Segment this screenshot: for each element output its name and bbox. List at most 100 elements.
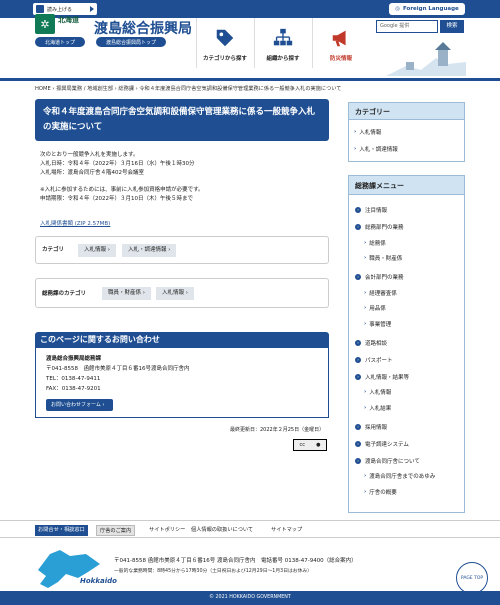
sidebar-category-box <box>348 120 465 162</box>
sidebar-menu-item[interactable]: › 会計部門の業務 <box>355 273 404 281</box>
sidebar-menu-item[interactable]: › 注目情報 <box>355 206 387 214</box>
footer-link-privacy[interactable]: 個人情報の取扱いについて <box>188 525 256 536</box>
category-label: カテゴリ <box>42 247 65 253</box>
contact-form-button[interactable]: お問い合わせフォーム › <box>46 399 113 411</box>
nav-organization[interactable]: 組織から探す <box>254 18 311 68</box>
contact-dept: 渡島総合振興局総務課 <box>46 356 102 362</box>
sidebar-menu-item-label: 総務部門の業務 <box>365 225 404 231</box>
category-tag[interactable]: 入札情報 <box>78 244 116 257</box>
sidebar-menu-item[interactable]: › 電子調達システム <box>355 440 409 448</box>
chevron-right-icon: › <box>364 305 367 311</box>
sidebar-menu-item-label: 職員・財産係 <box>369 256 403 262</box>
circle-chevron-icon: › <box>355 339 361 346</box>
sidebar-menu-item[interactable]: › 渡島合同庁舎について <box>355 457 420 465</box>
search-input[interactable]: Google 提供 <box>376 20 438 33</box>
nav-disaster-label: 防災情報 <box>329 56 352 62</box>
sidebar-menu-item-label: パスポート <box>365 357 393 364</box>
speaker-icon <box>36 5 44 13</box>
sidebar-menu-item-label: 採用情報 <box>365 424 388 431</box>
sidebar-menu-item-label: 注目情報 <box>365 208 388 214</box>
chevron-right-icon: › <box>364 239 367 246</box>
office-top-link[interactable]: 渡島総合振興局トップ <box>96 37 166 47</box>
hokkaido-top-link[interactable]: 北海道トップ <box>35 37 85 47</box>
sidebar-submenu-item[interactable]: › 入札結果 <box>364 404 391 412</box>
breadcrumb[interactable]: HOME › 振興局業務 / 地域創生部 › 総務課 › 令和４年度渡島合同庁舎… <box>35 85 342 92</box>
sidebar-menu-item-label: 用品係 <box>369 306 386 312</box>
circle-chevron-icon: › <box>355 373 361 380</box>
sidebar-menu-item-label: 道路相談 <box>365 340 388 347</box>
contact-heading: このページに関するお問い合わせ <box>35 332 329 348</box>
body-line: 入札日時：令和４年（2022年）３月16日（水）午後１時30分 <box>40 160 195 167</box>
chevron-right-icon: › <box>364 488 367 495</box>
chevron-right-icon: › <box>364 389 367 395</box>
sidebar-category-item[interactable]: › 入札情報 <box>354 128 381 136</box>
pref-label: 北海道 <box>58 16 79 24</box>
circle-chevron-icon: › <box>355 356 361 363</box>
play-icon <box>90 6 94 12</box>
sidebar-submenu-item[interactable]: › 庁舎の概要 <box>364 488 397 496</box>
office-ruby: おしま そうごうしんこうきょく <box>96 12 183 18</box>
by-icon: ● <box>316 442 321 448</box>
page-top-button[interactable]: PAGE TOP <box>456 562 488 594</box>
dept-category-label: 総務課のカテゴリ <box>42 291 87 297</box>
sidebar-submenu-item[interactable]: › 経理審査係 <box>364 289 397 297</box>
nav-category[interactable]: カテゴリから探す <box>196 18 253 68</box>
page-title: 令和４年度渡島合同庁舎空気調和設備保守管理業務に係る一般競争入札の実施について <box>35 99 329 141</box>
footer-address: 〒041-8558 函館市美原４丁目６番16号 渡島合同庁舎内 電話番号 013… <box>114 558 357 564</box>
sidebar-category-item[interactable]: › 入札・調達情報 <box>354 145 398 153</box>
category-tag[interactable]: 入札・調達情報 <box>122 244 177 257</box>
header-divider <box>0 78 500 81</box>
dept-category-tag[interactable]: 職員・財産係 <box>102 287 151 300</box>
body-line <box>40 177 204 186</box>
contact-tel: TEL：0138-47-9411 <box>46 376 101 382</box>
category-box: カテゴリ 入札情報 入札・調達情報 <box>35 236 329 264</box>
creative-commons-icon[interactable]: cc ● <box>293 439 327 451</box>
dept-category-tag[interactable]: 入札情報 <box>156 287 194 300</box>
footer-link-building[interactable]: 庁舎のご案内 <box>96 525 136 536</box>
page-top-label: PAGE TOP <box>460 576 484 581</box>
sidebar-menu-item-label: 会計部門の業務 <box>365 275 404 281</box>
sidebar-menu-item[interactable]: › 総務部門の業務 <box>355 223 404 231</box>
nav-disaster[interactable]: 防災情報 <box>312 18 369 68</box>
sidebar-menu-item-label: 事業管理 <box>369 321 392 328</box>
body-line: 入札場所：渡島合同庁舎４階402号会議室 <box>40 169 144 176</box>
chevron-right-icon: › <box>354 146 357 152</box>
footer-link-sitemap[interactable]: サイトマップ <box>268 525 305 536</box>
sidebar-submenu-item[interactable]: › 事業管理 <box>364 320 391 328</box>
circle-chevron-icon: › <box>355 423 361 430</box>
sidebar-category-item-label: 入札・調達情報 <box>359 147 398 153</box>
tag-icon <box>216 29 234 47</box>
sidebar-submenu-item[interactable]: › 渡島合同庁舎までのあゆみ <box>364 472 435 480</box>
sidebar-submenu-item[interactable]: › 職員・財産係 <box>364 254 402 262</box>
sidebar-menu-item[interactable]: › パスポート <box>355 356 393 364</box>
body-line: ※入札に参加するためには、事前に入札参加資格申請が必要です。 <box>40 187 204 194</box>
sidebar-menu-item-label: 入札情報・結果等 <box>365 374 410 381</box>
last-updated: 最終更新日：2022年２月25日（金曜日） <box>230 427 325 433</box>
chevron-right-icon: › <box>364 404 367 411</box>
cc-label: cc <box>299 442 306 448</box>
sidebar-submenu-item[interactable]: › 用品係 <box>364 304 386 312</box>
sidebar-menu-item[interactable]: › 道路相談 <box>355 339 387 347</box>
org-chart-icon <box>273 28 293 46</box>
body-line: 次のとおり一般競争入札を実施します。 <box>40 152 139 158</box>
footer-link-contact[interactable]: お問合せ・相談窓口 <box>35 525 88 536</box>
sidebar-menu-item-label: 渡島合同庁舎までのあゆみ <box>369 474 436 480</box>
read-aloud-label: 読み上げる <box>47 6 73 13</box>
sidebar-menu-item-label: 庁舎の概要 <box>369 489 397 496</box>
sidebar-menu-item[interactable]: › 採用情報 <box>355 423 387 431</box>
documents-download-link[interactable]: 入札関係書類 (ZIP 2.57MB) <box>40 219 110 227</box>
sidebar-submenu-item[interactable]: › 入札情報 <box>364 388 391 396</box>
goryokaku-illustration-icon <box>386 42 466 76</box>
sidebar-menu-item-label: 入札結果 <box>369 405 392 412</box>
megaphone-icon <box>332 30 346 47</box>
footer-hours: 一般的な業務時間：8時45分から17時30分（土日祝日および12月29日～1月3… <box>114 569 312 574</box>
contact-info: 渡島総合振興局総務課 〒041-8558 函館市美原４丁目６番16号渡島合同庁舎… <box>46 354 189 394</box>
footer-link-site-policy[interactable]: サイトポリシー <box>146 525 188 536</box>
sidebar-menu-item[interactable]: › 入札情報・結果等 <box>355 373 409 381</box>
sidebar-submenu-item[interactable]: › 総務係 <box>364 239 386 247</box>
foreign-language-button[interactable]: ◎ Foreign Language <box>389 3 465 15</box>
search-button[interactable]: 検索 <box>440 20 464 33</box>
body-line: 申請期限：令和４年（2022年）３月10日（木）午後５時まで <box>40 195 193 202</box>
office-name[interactable]: 渡島総合振興局 <box>94 18 192 38</box>
sidebar-category-item-label: 入札情報 <box>359 130 382 136</box>
